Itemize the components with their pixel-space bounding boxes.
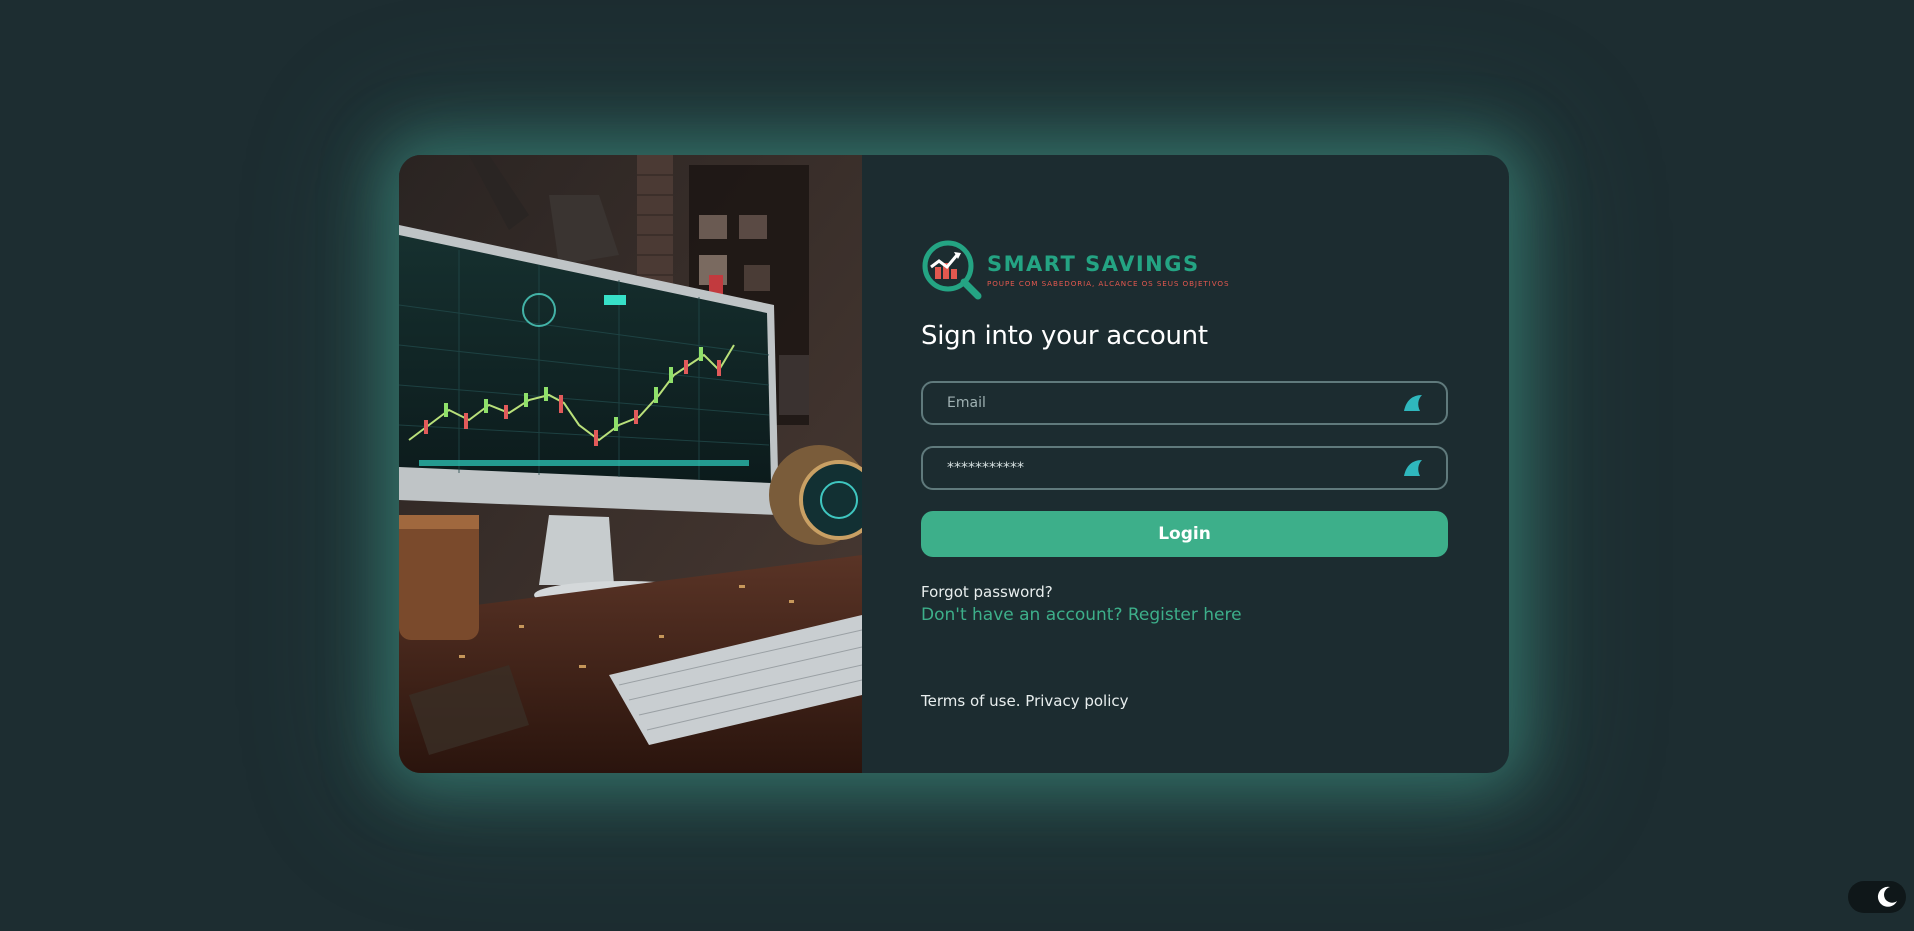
shark-fin-icon bbox=[1404, 460, 1422, 476]
email-input[interactable] bbox=[947, 395, 1387, 411]
login-form-panel: SMART SAVINGS POUPE COM SABEDORIA, ALCAN… bbox=[862, 155, 1509, 773]
legal-links: Terms of use. Privacy policy bbox=[921, 692, 1129, 710]
password-field[interactable] bbox=[921, 446, 1448, 490]
trading-desk-image bbox=[399, 155, 862, 773]
brand-logo: SMART SAVINGS POUPE COM SABEDORIA, ALCAN… bbox=[921, 239, 1229, 301]
theme-toggle[interactable] bbox=[1848, 881, 1906, 913]
moon-icon bbox=[1877, 886, 1897, 907]
forgot-password-link[interactable]: Forgot password? bbox=[921, 583, 1053, 601]
shark-fin-icon bbox=[1404, 395, 1422, 411]
password-input[interactable] bbox=[947, 460, 1387, 476]
page-title: Sign into your account bbox=[921, 321, 1208, 351]
privacy-link[interactable]: Privacy policy bbox=[1025, 692, 1128, 710]
magnifier-chart-icon bbox=[922, 240, 982, 300]
register-link[interactable]: Don't have an account? Register here bbox=[921, 605, 1242, 625]
email-field[interactable] bbox=[921, 381, 1448, 425]
terms-link[interactable]: Terms of use. bbox=[921, 692, 1021, 710]
brand-name: SMART SAVINGS bbox=[987, 252, 1200, 276]
login-card: SMART SAVINGS POUPE COM SABEDORIA, ALCAN… bbox=[399, 155, 1509, 773]
brand-tagline: POUPE COM SABEDORIA, ALCANCE OS SEUS OBJ… bbox=[987, 279, 1230, 288]
login-button[interactable]: Login bbox=[921, 511, 1448, 557]
